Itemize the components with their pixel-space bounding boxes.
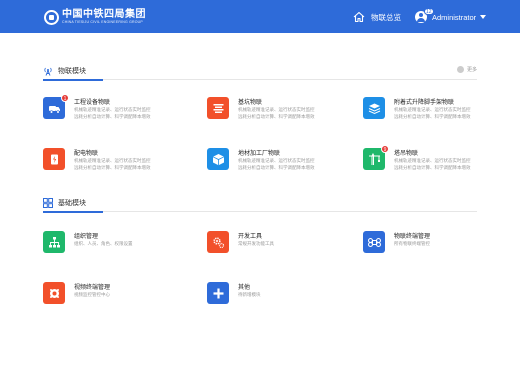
card-name: 塔吊物联 <box>394 151 419 157</box>
notification-badge: 12 <box>424 8 434 15</box>
org-chart-icon <box>43 231 65 253</box>
top-bar: 中国中铁四局集团 CHINA TIESIJU CIVIL ENGINEERING… <box>0 0 520 33</box>
more-link[interactable]: 更多 <box>456 66 477 73</box>
more-icon <box>456 66 464 73</box>
card-name: 物联终端管理 <box>394 234 431 240</box>
user-menu[interactable]: 12 Administrator <box>415 8 487 25</box>
logo-title: 中国中铁四局集团 <box>62 8 146 20</box>
card-description: 机械轨迹精准记录、运行状态实时监控 远耗分析自动计算、科学调配降本增效 <box>74 107 151 119</box>
antenna-icon <box>44 67 52 76</box>
iot-card-scaffold[interactable]: 附着式升降脚手架物联 机械轨迹精准记录、运行状态实时监控 远耗分析自动计算、科学调… <box>363 97 513 129</box>
logo-subtitle: CHINA TIESIJU CIVIL ENGINEERING GROUP <box>62 19 143 24</box>
iot-section-header: 物联模块 更多 <box>43 64 477 78</box>
nav-overview-button[interactable]: 物联总览 <box>353 9 401 25</box>
more-label: 更多 <box>466 67 477 73</box>
card-name: 工程设备物联 <box>74 100 111 106</box>
base-section-divider <box>43 210 477 213</box>
iot-section-title: 物联模块 <box>58 68 86 75</box>
card-name: 其他 <box>238 285 251 291</box>
card-description: 机械轨迹精准记录、运行状态实时监控 远耗分析自动计算、科学调配降本增效 <box>394 107 471 119</box>
card-description: 组织、人员、角色、权限设置 <box>74 241 133 246</box>
home-icon <box>353 11 365 23</box>
base-card-other[interactable]: 其他 待新增模块 <box>207 282 357 314</box>
card-name: 视频终端管理 <box>74 285 111 291</box>
user-avatar-icon: 12 <box>415 8 434 23</box>
plus-icon <box>207 282 229 304</box>
iot-card-power[interactable]: 配电物联 机械轨迹精准记录、运行状态实时监控 远耗分析自动计算、科学调配降本增效 <box>43 148 193 180</box>
caret-down-icon <box>480 15 487 19</box>
grid-icon <box>43 198 53 208</box>
base-section-header: 基础模块 <box>43 196 477 210</box>
power-icon <box>43 148 65 170</box>
camera-icon <box>43 282 65 304</box>
logo-mark-icon <box>44 9 59 25</box>
cube-icon <box>207 148 229 170</box>
base-card-iot-terminals[interactable]: 物联终端管理 所有物联终端管控 <box>363 231 513 263</box>
card-name: 组织管理 <box>74 234 99 240</box>
foundation-pit-icon <box>207 97 229 119</box>
layers-icon <box>363 97 385 119</box>
nav-overview-label: 物联总览 <box>371 12 401 22</box>
base-card-video-terminals[interactable]: 视频终端管理 视频监控管控中心 <box>43 282 193 314</box>
card-description: 视频监控管控中心 <box>74 292 110 297</box>
user-name: Administrator <box>432 12 477 22</box>
card-name: 地材加工厂物联 <box>238 151 281 157</box>
card-description: 所有物联终端管控 <box>394 241 430 246</box>
iot-card-equipment[interactable]: 1 工程设备物联 机械轨迹精准记录、运行状态实时监控 远耗分析自动计算、科学调配降… <box>43 94 193 129</box>
card-description: 机械轨迹精准记录、运行状态实时监控 远耗分析自动计算、科学调配降本增效 <box>394 158 471 170</box>
equipment-badge: 1 <box>61 94 69 102</box>
company-logo[interactable]: 中国中铁四局集团 CHINA TIESIJU CIVIL ENGINEERING… <box>44 8 146 26</box>
card-description: 机械轨迹精准记录、运行状态实时监控 远耗分析自动计算、科学调配降本增效 <box>238 107 315 119</box>
iot-section-divider <box>43 78 477 81</box>
card-description: 机械轨迹精准记录、运行状态实时监控 远耗分析自动计算、科学调配降本增效 <box>74 158 151 170</box>
card-name: 配电物联 <box>74 151 99 157</box>
base-card-dev-tools[interactable]: 开发工具 常规开发功能工具 <box>207 231 357 263</box>
iot-card-tower-crane[interactable]: 9 塔吊物联 机械轨迹精准记录、运行状态实时监控 远耗分析自动计算、科学调配降本增… <box>363 145 513 180</box>
card-description: 机械轨迹精准记录、运行状态实时监控 远耗分析自动计算、科学调配降本增效 <box>238 158 315 170</box>
iot-card-foundation-pit[interactable]: 基坑物联 机械轨迹精准记录、运行状态实时监控 远耗分析自动计算、科学调配降本增效 <box>207 97 357 129</box>
base-card-organization[interactable]: 组织管理 组织、人员、角色、权限设置 <box>43 231 193 263</box>
base-section-title: 基础模块 <box>58 200 86 207</box>
command-icon <box>363 231 385 253</box>
card-description: 待新增模块 <box>238 292 261 297</box>
gears-icon <box>207 231 229 253</box>
card-name: 基坑物联 <box>238 100 263 106</box>
card-name: 附着式升降脚手架物联 <box>394 100 455 106</box>
iot-card-material-plant[interactable]: 地材加工厂物联 机械轨迹精准记录、运行状态实时监控 远耗分析自动计算、科学调配降本… <box>207 148 357 180</box>
card-description: 常规开发功能工具 <box>238 241 274 246</box>
card-name: 开发工具 <box>238 234 263 240</box>
tower-crane-badge: 9 <box>381 145 389 153</box>
